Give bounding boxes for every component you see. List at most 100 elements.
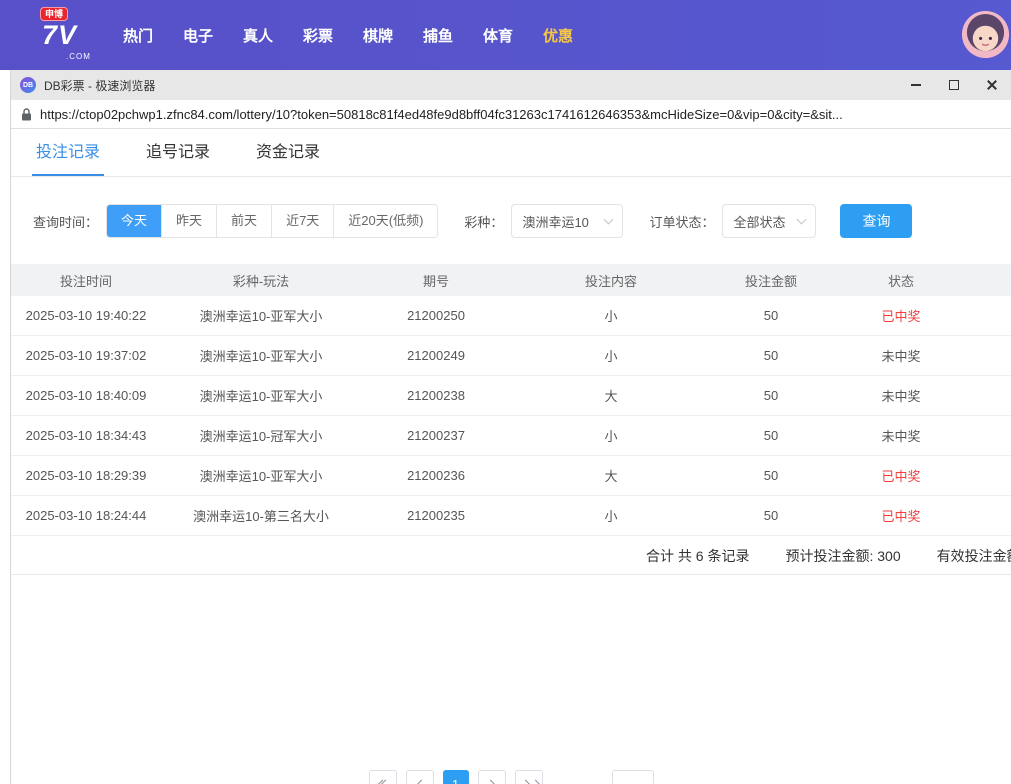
pagination: 1 xyxy=(11,770,1011,784)
lottery-select[interactable]: 澳洲幸运10 xyxy=(511,204,623,238)
time-option-2[interactable]: 前天 xyxy=(216,205,271,237)
column-header-2: 期号 xyxy=(361,271,511,290)
summary-valid-amount: 有效投注金额 xyxy=(937,546,1011,566)
table-row: 2025-03-10 18:24:44澳洲幸运10-第三名大小21200235小… xyxy=(11,496,1011,536)
cell-game: 澳洲幸运10-第三名大小 xyxy=(161,506,361,525)
avatar-image xyxy=(962,11,1009,58)
minimize-icon xyxy=(911,84,921,86)
avatar[interactable] xyxy=(962,11,1009,58)
cell-content: 大 xyxy=(511,386,711,405)
cell-status: 已中奖 xyxy=(831,306,971,325)
time-range-group: 今天昨天前天近7天近20天(低频) xyxy=(106,204,438,238)
time-option-3[interactable]: 近7天 xyxy=(271,205,333,237)
column-header-1: 彩种-玩法 xyxy=(161,271,361,290)
cell-amount: 50 xyxy=(711,308,831,323)
column-header-4: 投注金额 xyxy=(711,271,831,290)
prev-page-button[interactable] xyxy=(406,770,434,784)
browser-window: DB DB彩票 - 极速浏览器 https://ctop02pchwp1.zfn… xyxy=(10,70,1011,784)
url-text: https://ctop02pchwp1.zfnc84.com/lottery/… xyxy=(40,107,843,122)
summary-total: 合计 共 6 条记录 xyxy=(646,546,749,566)
cell-status: 已中奖 xyxy=(831,466,971,485)
next-page-button[interactable] xyxy=(478,770,506,784)
arrow-right-icon xyxy=(531,779,541,784)
maximize-icon xyxy=(949,80,959,90)
lottery-filter-label: 彩种： xyxy=(464,212,503,231)
cell-time: 2025-03-10 19:37:02 xyxy=(11,348,161,363)
cell-status: 未中奖 xyxy=(831,346,971,365)
summary-expected-amount: 预计投注金额: 300 xyxy=(785,546,900,566)
table-row: 2025-03-10 18:29:39澳洲幸运10-亚军大小21200236大5… xyxy=(11,456,1011,496)
cell-amount: 50 xyxy=(711,348,831,363)
cell-issue: 21200237 xyxy=(361,428,511,443)
site-logo[interactable]: 申博 7V .COM xyxy=(40,8,94,62)
order-status-select[interactable]: 全部状态 xyxy=(722,204,816,238)
column-header-5: 状态 xyxy=(831,271,971,290)
cell-issue: 21200250 xyxy=(361,308,511,323)
lock-icon xyxy=(21,108,32,121)
cell-game: 澳洲幸运10-冠军大小 xyxy=(161,426,361,445)
logo-subtext: .COM xyxy=(66,52,91,61)
nav-item-7[interactable]: 优惠 xyxy=(528,25,588,46)
tab-0[interactable]: 投注记录 xyxy=(36,138,100,176)
cell-issue: 21200236 xyxy=(361,468,511,483)
tab-2[interactable]: 资金记录 xyxy=(256,138,320,176)
minimize-button[interactable] xyxy=(897,70,935,100)
time-option-1[interactable]: 昨天 xyxy=(161,205,216,237)
search-button[interactable]: 查询 xyxy=(840,204,912,238)
nav-item-5[interactable]: 捕鱼 xyxy=(408,25,468,46)
last-page-button[interactable] xyxy=(515,770,543,784)
column-header-0: 投注时间 xyxy=(11,271,161,290)
table-row: 2025-03-10 18:34:43澳洲幸运10-冠军大小21200237小5… xyxy=(11,416,1011,456)
cell-amount: 50 xyxy=(711,468,831,483)
time-option-4[interactable]: 近20天(低频) xyxy=(333,205,437,237)
cell-time: 2025-03-10 18:24:44 xyxy=(11,508,161,523)
main-nav: 热门电子真人彩票棋牌捕鱼体育优惠 xyxy=(108,25,588,46)
time-option-0[interactable]: 今天 xyxy=(107,205,161,237)
table-row: 2025-03-10 18:40:09澳洲幸运10-亚军大小21200238大5… xyxy=(11,376,1011,416)
window-icon: DB xyxy=(20,77,36,93)
table-row: 2025-03-10 19:40:22澳洲幸运10-亚军大小21200250小5… xyxy=(11,296,1011,336)
first-page-button[interactable] xyxy=(369,770,397,784)
logo-text: 7V xyxy=(42,20,77,51)
close-button[interactable] xyxy=(973,70,1011,100)
cell-game: 澳洲幸运10-亚军大小 xyxy=(161,306,361,325)
close-icon xyxy=(986,79,998,91)
cell-amount: 50 xyxy=(711,428,831,443)
nav-item-4[interactable]: 棋牌 xyxy=(348,25,408,46)
cell-issue: 21200249 xyxy=(361,348,511,363)
cell-issue: 21200238 xyxy=(361,388,511,403)
cell-game: 澳洲幸运10-亚军大小 xyxy=(161,346,361,365)
page-number-current[interactable]: 1 xyxy=(443,770,469,784)
cell-time: 2025-03-10 18:34:43 xyxy=(11,428,161,443)
top-navbar: 申博 7V .COM 热门电子真人彩票棋牌捕鱼体育优惠 xyxy=(0,0,1011,70)
nav-item-1[interactable]: 电子 xyxy=(168,25,228,46)
maximize-button[interactable] xyxy=(935,70,973,100)
filter-bar: 查询时间： 今天昨天前天近7天近20天(低频) 彩种： 澳洲幸运10 订单状态：… xyxy=(33,204,1011,238)
record-tabs: 投注记录 追号记录 资金记录 xyxy=(11,129,1011,177)
cell-game: 澳洲幸运10-亚军大小 xyxy=(161,386,361,405)
column-header-3: 投注内容 xyxy=(511,271,711,290)
nav-item-3[interactable]: 彩票 xyxy=(288,25,348,46)
table-body: 2025-03-10 19:40:22澳洲幸运10-亚军大小21200250小5… xyxy=(11,296,1011,536)
nav-item-2[interactable]: 真人 xyxy=(228,25,288,46)
page-jump-input[interactable] xyxy=(612,770,654,784)
summary-text: 合计 共 6 条记录 预计投注金额: 300 有效投注金额 xyxy=(646,536,1011,575)
cell-status: 未中奖 xyxy=(831,426,971,445)
page-content: 投注记录 追号记录 资金记录 查询时间： 今天昨天前天近7天近20天(低频) 彩种：… xyxy=(11,129,1011,784)
nav-item-0[interactable]: 热门 xyxy=(108,25,168,46)
summary-row: 合计 共 6 条记录 预计投注金额: 300 有效投注金额 xyxy=(11,536,1011,575)
cell-game: 澳洲幸运10-亚军大小 xyxy=(161,466,361,485)
cell-content: 小 xyxy=(511,306,711,325)
cell-time: 2025-03-10 18:40:09 xyxy=(11,388,161,403)
window-title: DB彩票 - 极速浏览器 xyxy=(44,77,897,94)
nav-item-6[interactable]: 体育 xyxy=(468,25,528,46)
window-titlebar: DB DB彩票 - 极速浏览器 xyxy=(11,70,1011,100)
tab-1[interactable]: 追号记录 xyxy=(146,138,210,176)
address-bar[interactable]: https://ctop02pchwp1.zfnc84.com/lottery/… xyxy=(11,100,1011,129)
bet-records-table: 投注时间彩种-玩法期号投注内容投注金额状态 2025-03-10 19:40:2… xyxy=(11,264,1011,575)
order-status-value: 全部状态 xyxy=(733,212,785,231)
lottery-select-value: 澳洲幸运10 xyxy=(522,212,588,231)
window-controls xyxy=(897,70,1011,100)
logo-badge: 申博 xyxy=(40,7,68,21)
cell-issue: 21200235 xyxy=(361,508,511,523)
